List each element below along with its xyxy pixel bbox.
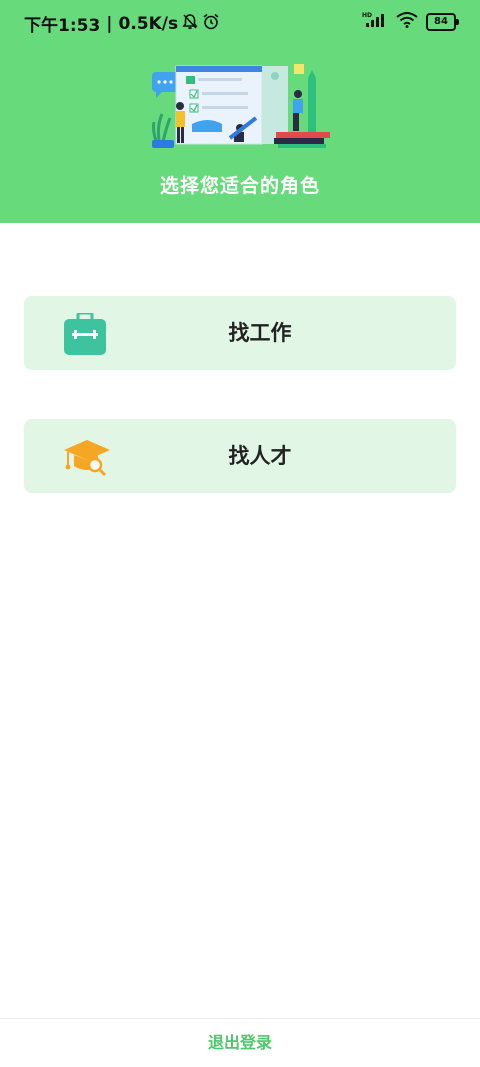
signal-icon: HD (362, 11, 388, 32)
status-right: HD 84 (362, 11, 459, 32)
wifi-icon (396, 11, 418, 32)
find-job-label: 找工作 (228, 321, 292, 345)
status-separator: | (106, 13, 113, 34)
alarm-icon (202, 13, 220, 35)
logout-button[interactable]: 退出登录 (0, 1019, 480, 1067)
network-speed: 0.5K/s (118, 13, 179, 34)
page-title: 选择您适合的角色 (159, 175, 320, 197)
role-card-find-talent[interactable]: 找人才 (24, 419, 456, 493)
role-card-find-job[interactable]: 找工作 (24, 296, 456, 370)
bell-muted-icon (182, 13, 198, 35)
status-bar: 下午1:53 | 0.5K/s HD 84 (0, 0, 480, 44)
network-type-label: HD (362, 12, 372, 19)
status-left: 下午1:53 | 0.5K/s (24, 11, 220, 36)
header-banner: 下午1:53 | 0.5K/s HD 84 选择您适合的角色 (0, 0, 480, 223)
role-illustration (148, 58, 332, 160)
status-time: 下午1:53 (24, 16, 101, 36)
battery-icon: 84 (426, 12, 459, 31)
find-talent-label: 找人才 (228, 444, 292, 468)
footer: 退出登录 (0, 1018, 480, 1066)
